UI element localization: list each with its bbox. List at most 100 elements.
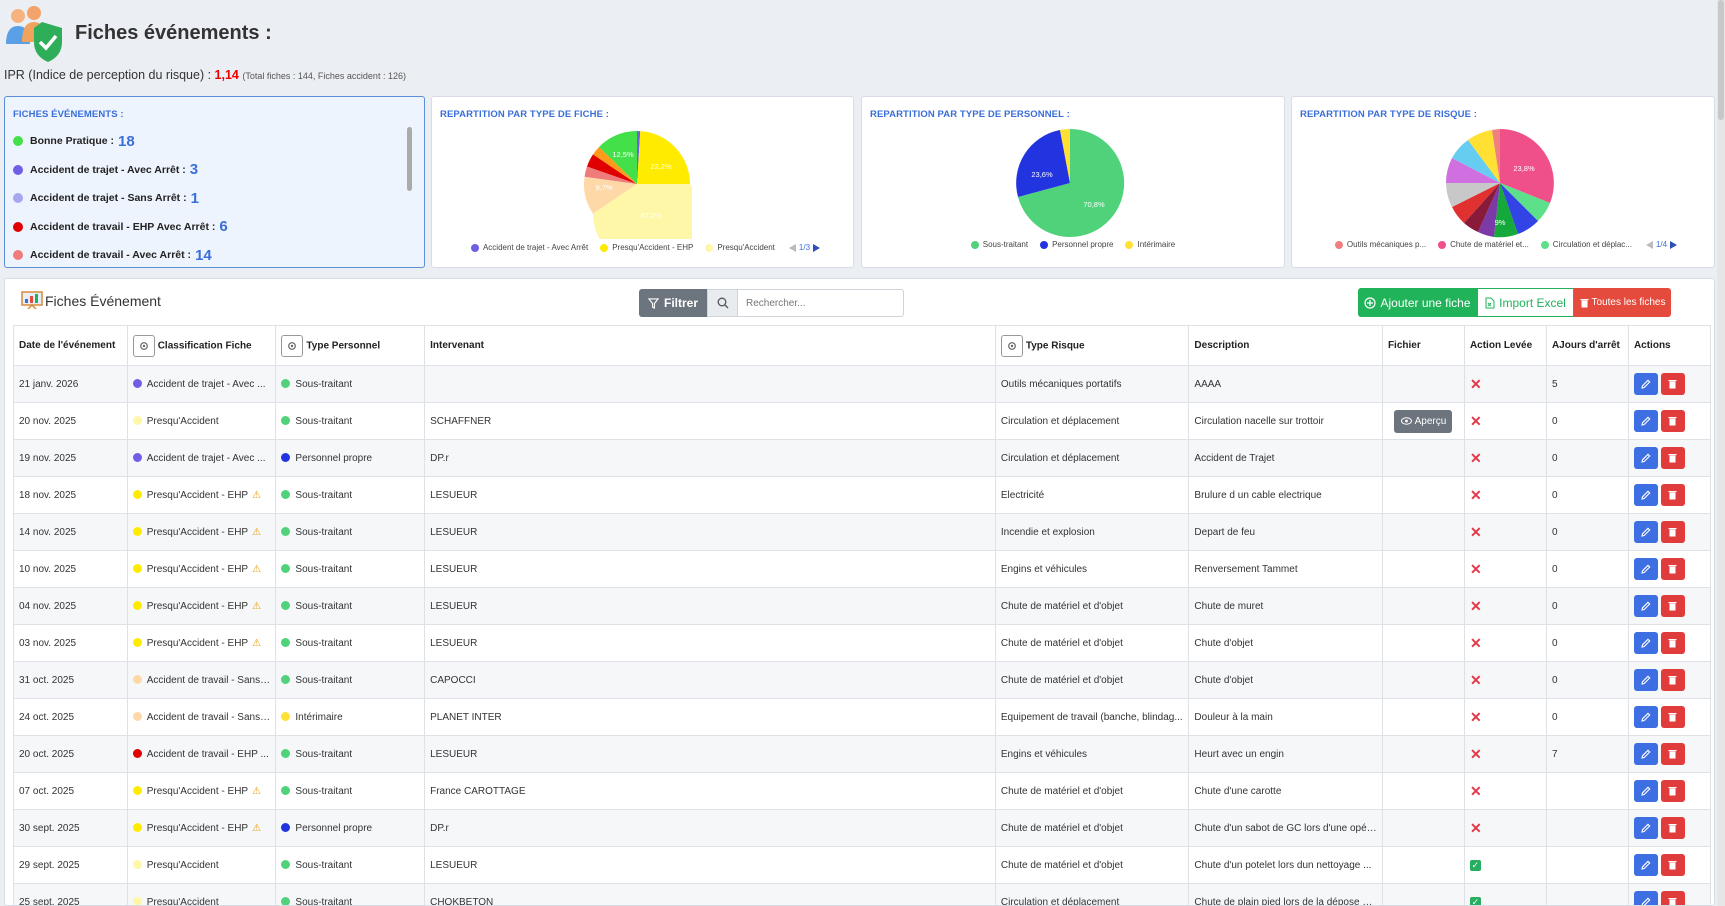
- edit-button[interactable]: [1633, 854, 1658, 876]
- delete-button[interactable]: [1660, 373, 1685, 395]
- check-icon: ✓: [1469, 896, 1481, 906]
- table-row[interactable]: 19 nov. 2025 Accident de trajet - Avec ..…: [13, 439, 1712, 477]
- edit-button[interactable]: [1633, 743, 1658, 765]
- edit-button[interactable]: [1633, 632, 1658, 654]
- col-description[interactable]: Description: [1188, 325, 1383, 366]
- legend-item[interactable]: Accident de trajet - Avec Arrêt: [470, 243, 588, 252]
- legend-item[interactable]: Presqu'Accident - EHP: [600, 243, 693, 252]
- pie-chart-fiche[interactable]: 12,5% 22,2% 9,7% 47,2%: [582, 129, 692, 239]
- add-fiche-button[interactable]: Ajouter une fiche: [1358, 288, 1477, 317]
- repartition-personnel-card: REPARTITION PAR TYPE DE PERSONNEL : 23,6…: [861, 96, 1285, 268]
- edit-button[interactable]: [1633, 595, 1658, 617]
- col-classification[interactable]: Classification Fiche: [126, 325, 277, 366]
- col-type-risque[interactable]: Type Risque: [994, 325, 1190, 366]
- delete-button[interactable]: [1660, 521, 1685, 543]
- cell-intervenant: LESUEUR: [424, 624, 996, 662]
- table-row[interactable]: 10 nov. 2025 Presqu'Accident - EHP ⚠ Sous-t…: [13, 550, 1712, 588]
- table-row[interactable]: 07 oct. 2025 Presqu'Accident - EHP ⚠ Sous-t…: [13, 772, 1712, 810]
- pie-label: 22,2%: [650, 162, 672, 171]
- check-icon: ✓: [1469, 859, 1481, 871]
- edit-button[interactable]: [1633, 817, 1658, 839]
- col-date[interactable]: Date de l'événement: [13, 325, 128, 366]
- legend-item[interactable]: Intérimaire: [1125, 240, 1175, 249]
- table-row[interactable]: 18 nov. 2025 Presqu'Accident - EHP ⚠ Sous-t…: [13, 476, 1712, 514]
- delete-button[interactable]: [1660, 706, 1685, 728]
- table-row[interactable]: 30 sept. 2025 Presqu'Accident - EHP ⚠ Perso…: [13, 809, 1712, 847]
- edit-button[interactable]: [1633, 373, 1658, 395]
- table-row[interactable]: 14 nov. 2025 Presqu'Accident - EHP ⚠ Sous-t…: [13, 513, 1712, 551]
- classification-dot: [132, 786, 142, 796]
- gear-icon[interactable]: [281, 334, 304, 357]
- col-intervenant[interactable]: Intervenant: [424, 325, 996, 366]
- cell-action-levee: ✕: [1463, 402, 1547, 440]
- delete-button[interactable]: [1660, 632, 1685, 654]
- edit-button[interactable]: [1633, 706, 1658, 728]
- delete-button[interactable]: [1660, 595, 1685, 617]
- edit-button[interactable]: [1633, 891, 1658, 905]
- legend-item[interactable]: Sous-traitant: [970, 240, 1028, 249]
- legend-list[interactable]: Bonne Pratique :18 Accident de trajet - A…: [13, 127, 403, 270]
- pencil-icon: [1641, 823, 1651, 833]
- delete-button[interactable]: [1660, 891, 1685, 905]
- legend-item[interactable]: Presqu'Accident: [705, 243, 775, 252]
- edit-button[interactable]: [1633, 521, 1658, 543]
- edit-button[interactable]: [1633, 410, 1658, 432]
- col-jours-arret[interactable]: AJours d'arrêt: [1545, 325, 1629, 366]
- col-action-levee[interactable]: Action Levée: [1463, 325, 1547, 366]
- cell-actions: [1627, 550, 1712, 588]
- table-row[interactable]: 21 janv. 2026 Accident de trajet - Avec .…: [13, 365, 1712, 403]
- table-row[interactable]: 24 oct. 2025 Accident de travail - Sans .…: [13, 698, 1712, 736]
- scrollbar-thumb[interactable]: [1718, 0, 1724, 120]
- legend-item[interactable]: Chute de matériel et...: [1438, 240, 1529, 249]
- pie-chart-personnel[interactable]: 23,6% 70,8%: [1014, 127, 1126, 239]
- delete-button[interactable]: [1660, 743, 1685, 765]
- legend-count: 1: [190, 189, 199, 207]
- table-row[interactable]: 04 nov. 2025 Presqu'Accident - EHP ⚠ Sous-t…: [13, 587, 1712, 625]
- cell-description: Chute d'objet: [1188, 661, 1383, 699]
- edit-button[interactable]: [1633, 558, 1658, 580]
- table-row[interactable]: 25 sept. 2025 Presqu'Accident Sous-traitan…: [13, 883, 1712, 906]
- table-row[interactable]: 20 nov. 2025 Presqu'Accident Sous-traitant…: [13, 402, 1712, 440]
- delete-button[interactable]: [1660, 854, 1685, 876]
- warning-icon: ⚠: [252, 822, 262, 834]
- delete-button[interactable]: [1660, 669, 1685, 691]
- import-excel-button[interactable]: Import Excel: [1477, 288, 1574, 317]
- edit-button[interactable]: [1633, 669, 1658, 691]
- legend-pager[interactable]: 1/4: [1645, 240, 1678, 249]
- personnel-dot: [281, 564, 291, 574]
- legend-item[interactable]: Circulation et déplac...: [1540, 240, 1632, 249]
- col-fichier[interactable]: Fichier: [1381, 325, 1465, 366]
- delete-button[interactable]: [1660, 410, 1685, 432]
- legend-dot: [13, 136, 23, 147]
- search-input[interactable]: [738, 289, 904, 317]
- delete-button[interactable]: [1660, 484, 1685, 506]
- edit-button[interactable]: [1633, 447, 1658, 469]
- legend-item[interactable]: Personnel propre: [1040, 240, 1113, 249]
- page-scrollbar[interactable]: [1717, 0, 1725, 906]
- table-row[interactable]: 31 oct. 2025 Accident de travail - Sans .…: [13, 661, 1712, 699]
- table-row[interactable]: 29 sept. 2025 Presqu'Accident Sous-traitan…: [13, 846, 1712, 884]
- cell-date: 07 oct. 2025: [13, 772, 128, 810]
- cell-personnel: Sous-traitant: [275, 661, 426, 699]
- legend-pager[interactable]: 1/3: [788, 243, 821, 252]
- delete-button[interactable]: [1660, 558, 1685, 580]
- table-row[interactable]: 03 nov. 2025 Presqu'Accident - EHP ⚠ Sous-t…: [13, 624, 1712, 662]
- pie-chart-risque[interactable]: 23,8% 9%: [1444, 127, 1556, 239]
- legend-scrollbar[interactable]: [407, 127, 412, 191]
- col-type-personnel[interactable]: Type Personnel: [275, 325, 426, 366]
- legend-count: 3: [189, 161, 199, 179]
- filter-button[interactable]: Filtrer: [639, 289, 707, 317]
- apercu-button[interactable]: Aperçu: [1394, 409, 1453, 433]
- table-row[interactable]: 20 oct. 2025 Accident de travail - EHP ..…: [13, 735, 1712, 773]
- all-fiches-button[interactable]: Toutes les fiches: [1574, 288, 1671, 317]
- edit-button[interactable]: [1633, 484, 1658, 506]
- personnel-dot: [281, 601, 291, 611]
- gear-icon[interactable]: [132, 334, 155, 357]
- delete-button[interactable]: [1660, 447, 1685, 469]
- delete-button[interactable]: [1660, 817, 1685, 839]
- delete-button[interactable]: [1660, 780, 1685, 802]
- legend-row: Accident de travail - Avec Arrêt :14: [13, 241, 403, 270]
- gear-icon[interactable]: [1000, 334, 1023, 357]
- edit-button[interactable]: [1633, 780, 1658, 802]
- legend-item[interactable]: Outils mécaniques p...: [1334, 240, 1426, 249]
